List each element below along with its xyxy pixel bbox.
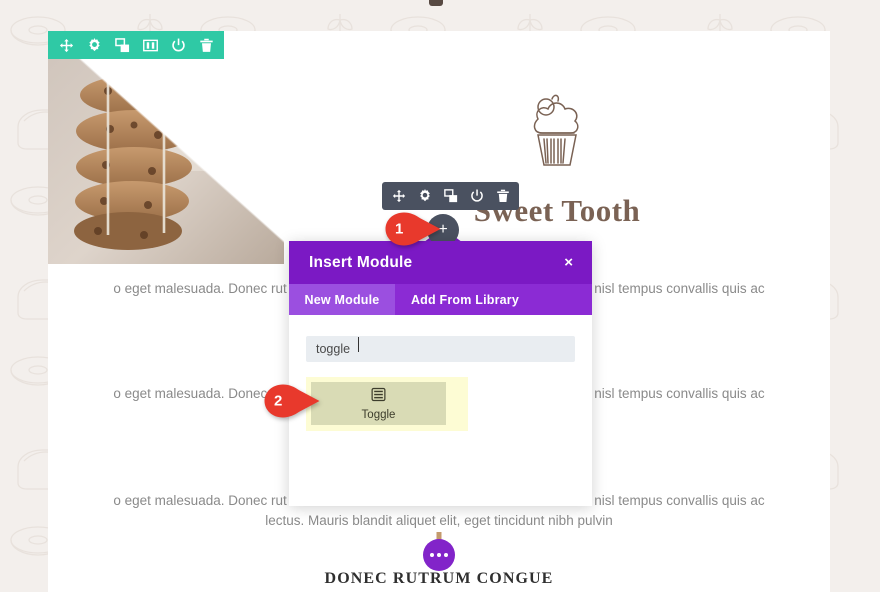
body-line-1-left: o eget malesuada. Donec rut (113, 281, 287, 296)
body-line-1-right: nisl tempus convallis quis ac (594, 281, 765, 296)
modal-title: Insert Module (309, 253, 413, 271)
module-results-list: Toggle (306, 377, 575, 431)
move-icon[interactable] (391, 189, 406, 204)
toggle-module-card[interactable]: Toggle (311, 382, 446, 425)
modal-body: Toggle (289, 315, 592, 506)
cutoff-text-fragment (429, 0, 443, 6)
page-root: Sweet Tooth o eget malesuada. Donec rut … (0, 0, 880, 592)
body-line-3-right: nisl tempus convallis quis ac (594, 493, 765, 508)
step-marker-1-number: 1 (395, 220, 404, 238)
step-marker-2: 2 (263, 383, 321, 419)
cupcake-logo-icon (533, 94, 579, 166)
body-line-2-left: o eget malesuada. Donec rut (113, 386, 287, 401)
modal-tab-bar: New Module Add From Library (289, 284, 592, 315)
gear-icon[interactable] (417, 189, 432, 204)
body-line-2-right: nisl tempus convallis quis ac (594, 386, 765, 401)
trash-icon[interactable] (198, 37, 214, 53)
tab-add-from-library[interactable]: Add From Library (395, 284, 535, 315)
gear-icon[interactable] (86, 37, 102, 53)
module-toolbar[interactable] (382, 182, 519, 210)
body-paragraph-4: lectus. Mauris blandit aliquet elit, ege… (265, 513, 613, 528)
modal-header: Insert Module × (289, 241, 592, 284)
module-search-input[interactable] (306, 336, 575, 362)
tab-new-module[interactable]: New Module (289, 284, 395, 315)
ellipsis-icon[interactable] (423, 539, 455, 571)
trash-icon[interactable] (495, 189, 510, 204)
hero-image-column (48, 31, 284, 264)
move-icon[interactable] (58, 37, 74, 53)
power-icon[interactable] (170, 37, 186, 53)
bottom-section-heading: DONEC RUTRUM CONGUE (324, 570, 554, 587)
close-icon[interactable]: × (562, 251, 575, 274)
text-cursor (358, 337, 359, 352)
body-line-3-left: o eget malesuada. Donec rut (113, 493, 287, 508)
cookie-stack-photo (48, 31, 284, 264)
brand-title: Sweet Tooth (473, 193, 641, 228)
columns-icon[interactable] (142, 37, 158, 53)
step-marker-1: 1 (384, 211, 442, 247)
toggle-module-icon (371, 387, 386, 407)
dot-3 (444, 553, 448, 557)
hero-logo-column: Sweet Tooth (284, 31, 830, 264)
dot-1 (430, 553, 434, 557)
module-result-highlight: Toggle (306, 377, 468, 431)
power-icon[interactable] (469, 189, 484, 204)
section-toolbar[interactable] (48, 31, 224, 59)
duplicate-icon[interactable] (114, 37, 130, 53)
toggle-module-label: Toggle (361, 408, 396, 421)
dot-2 (437, 553, 441, 557)
duplicate-icon[interactable] (443, 189, 458, 204)
step-marker-2-number: 2 (274, 392, 283, 410)
insert-module-modal: Insert Module × New Module Add From Libr… (289, 241, 592, 506)
